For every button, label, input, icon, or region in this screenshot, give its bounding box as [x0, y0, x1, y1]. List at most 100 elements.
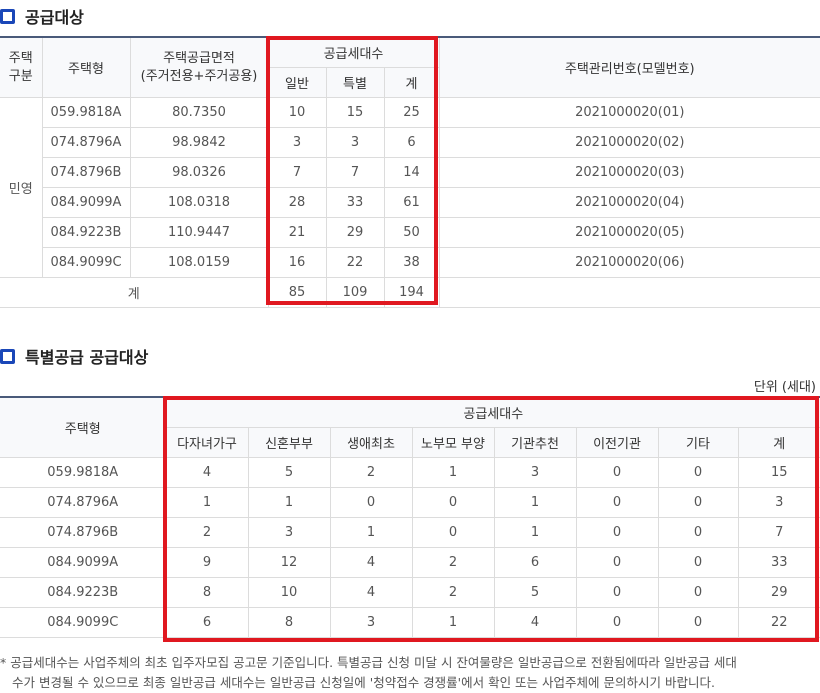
square-bullet-icon [0, 8, 15, 24]
header-other: 기타 [657, 427, 739, 458]
header-supply-units: 공급세대수 [267, 36, 440, 68]
sum-total: 194 [383, 277, 440, 308]
cell-value: 1 [247, 487, 331, 518]
table-row: 084.9099A 9 12 4 2 6 0 0 33 [0, 547, 820, 578]
cell-value: 3 [329, 607, 413, 638]
cell-special: 22 [325, 247, 385, 278]
cell-value: 9 [165, 547, 249, 578]
cell-value: 8 [247, 607, 331, 638]
cell-value: 1 [493, 517, 577, 548]
cell-value: 0 [411, 517, 495, 548]
header-elderly-parent: 노부모 부양 [411, 427, 495, 458]
cell-area: 98.0326 [129, 157, 269, 188]
header-general: 일반 [268, 67, 327, 98]
header-institution: 기관추천 [493, 427, 577, 458]
table-row: 084.9099A 108.0318 28 33 61 2021000020(0… [0, 187, 820, 218]
cell-total: 38 [383, 247, 440, 278]
cell-general: 16 [267, 247, 327, 278]
cell-total: 14 [383, 157, 440, 188]
square-bullet-icon [0, 348, 15, 364]
sum-row: 계 85 109 194 [0, 277, 820, 308]
cell-type: 074.8796A [42, 127, 131, 158]
cell-value: 0 [329, 487, 413, 518]
cell-value: 0 [657, 457, 739, 488]
section-title-text: 특별공급 공급대상 [25, 348, 149, 367]
header-total: 계 [737, 427, 820, 458]
cell-general: 7 [267, 157, 327, 188]
cell-value: 0 [657, 577, 739, 608]
cell-type: 084.9099C [0, 607, 167, 638]
sum-label: 계 [0, 277, 269, 308]
cell-type: 074.8796B [42, 157, 131, 188]
header-relocated: 이전기관 [575, 427, 659, 458]
header-multi-child: 다자녀가구 [166, 427, 249, 458]
cell-value: 0 [657, 547, 739, 578]
cell-value: 8 [165, 577, 249, 608]
cell-value: 1 [165, 487, 249, 518]
cell-value: 15 [737, 457, 820, 488]
table-row: 민영 059.9818A 80.7350 10 15 25 2021000020… [0, 97, 820, 278]
cell-value: 0 [657, 607, 739, 638]
cell-area: 108.0159 [129, 247, 269, 278]
special-supply-table: 주택형 공급세대수 다자녀가구 신혼부부 생애최초 노부모 부양 기관추천 이전… [0, 396, 820, 638]
cell-value: 0 [575, 607, 659, 638]
cell-type: 084.9099A [0, 547, 167, 578]
cell-value: 5 [493, 577, 577, 608]
header-supply-area: 주택공급면적 (주거전용+주거공용) [129, 36, 269, 98]
table-row: 074.8796B 98.0326 7 7 14 2021000020(03) [0, 157, 820, 188]
table-row: 059.9818A 4 5 2 1 3 0 0 15 [0, 457, 820, 488]
header-supply-units: 공급세대수 [165, 396, 820, 428]
cell-special: 29 [325, 217, 385, 248]
cell-value: 6 [493, 547, 577, 578]
cell-value: 2 [411, 547, 495, 578]
cell-value: 6 [165, 607, 249, 638]
cell-general: 28 [267, 187, 327, 218]
footnote: * 공급세대수는 사업주체의 최초 입주자모집 공고문 기준입니다. 특별공급 … [0, 653, 816, 693]
cell-general: 21 [267, 217, 327, 248]
cell-mgmt: 2021000020(03) [438, 157, 820, 188]
cell-type: 084.9099C [42, 247, 131, 278]
cell-general: 3 [267, 127, 327, 158]
cell-value: 2 [411, 577, 495, 608]
cell-value: 7 [737, 517, 820, 548]
cell-special: 15 [325, 97, 385, 128]
cell-value: 2 [165, 517, 249, 548]
cell-value: 4 [329, 577, 413, 608]
cell-value: 22 [737, 607, 820, 638]
cell-type: 084.9223B [42, 217, 131, 248]
header-newlyweds: 신혼부부 [247, 427, 331, 458]
table-row: 074.8796A 98.9842 3 3 6 2021000020(02) [0, 127, 820, 158]
cell-type: 059.9818A [0, 457, 167, 488]
cell-value: 0 [575, 487, 659, 518]
cell-type: 084.9099A [42, 187, 131, 218]
cell-type: 074.8796B [0, 517, 167, 548]
header-total: 계 [383, 67, 440, 98]
cell-value: 3 [247, 517, 331, 548]
cell-value: 0 [575, 547, 659, 578]
cell-total: 25 [383, 97, 440, 128]
cell-mgmt: 2021000020(02) [438, 127, 820, 158]
supply-table: 주택 구분 주택형 주택공급면적 (주거전용+주거공용) 공급세대수 주택관리번호(… [0, 36, 820, 308]
cell-value: 5 [247, 457, 331, 488]
cell-value: 0 [575, 517, 659, 548]
cell-type: 084.9223B [0, 577, 167, 608]
cell-total: 6 [383, 127, 440, 158]
cell-mgmt: 2021000020(04) [438, 187, 820, 218]
cell-mgmt: 2021000020(05) [438, 217, 820, 248]
cell-total: 50 [383, 217, 440, 248]
cell-area: 98.9842 [129, 127, 269, 158]
cell-value: 10 [247, 577, 331, 608]
cell-mgmt: 2021000020(06) [438, 247, 820, 278]
sum-special: 109 [325, 277, 385, 308]
category-cell: 민영 [0, 97, 43, 278]
cell-type: 059.9818A [41, 97, 131, 128]
cell-value: 0 [575, 457, 659, 488]
cell-value: 1 [493, 487, 577, 518]
unit-label: 단위 (세대) [753, 380, 816, 395]
cell-value: 1 [329, 517, 413, 548]
cell-value: 4 [165, 457, 249, 488]
cell-value: 0 [657, 517, 739, 548]
cell-value: 3 [737, 487, 820, 518]
cell-value: 1 [411, 457, 495, 488]
header-housing-category: 주택 구분 [0, 36, 43, 98]
